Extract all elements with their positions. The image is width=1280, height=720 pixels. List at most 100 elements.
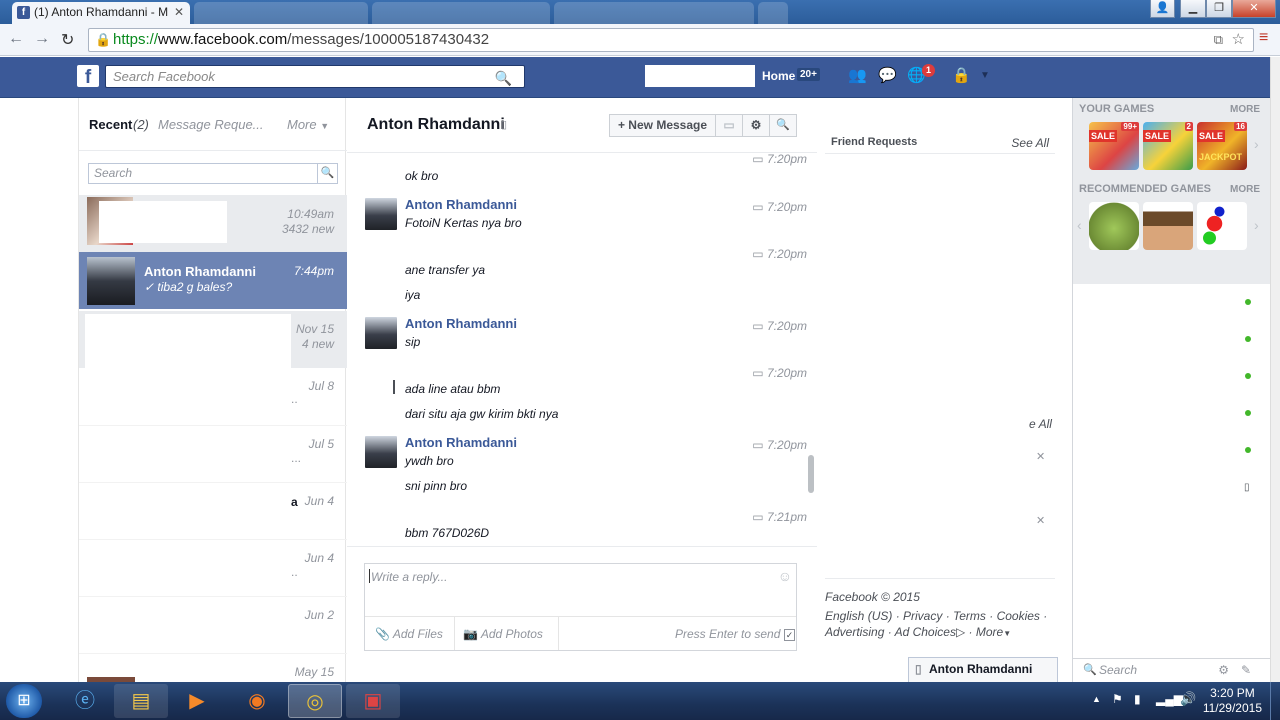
browser-tab[interactable] xyxy=(194,2,368,24)
thread-new-count: 3432 new xyxy=(281,222,334,236)
translate-icon[interactable]: ⧉ xyxy=(1214,29,1223,51)
battery-icon[interactable]: ▮ xyxy=(1134,692,1141,706)
minimize-button[interactable]: ▁ xyxy=(1180,0,1206,18)
video-call-icon[interactable]: ▭ xyxy=(715,114,743,137)
thread-item[interactable]: Jul 8 .. xyxy=(79,368,347,425)
close-window-button[interactable]: ✕ xyxy=(1232,0,1276,18)
home-link[interactable]: Home xyxy=(762,69,795,83)
thread-item[interactable]: a Jun 4 xyxy=(79,482,347,539)
thread-item[interactable]: Jul 5 ... xyxy=(79,425,347,482)
chevron-right-icon[interactable]: › xyxy=(1254,217,1259,233)
message-sender[interactable]: Anton Rhamdanni xyxy=(405,197,517,212)
footer-links[interactable]: English (US) · Privacy · Terms · Cookies… xyxy=(825,608,1055,624)
chevron-right-icon[interactable]: › xyxy=(1254,136,1259,152)
media-player-icon[interactable]: ▶ xyxy=(170,684,224,718)
compose-icon[interactable]: ✎ xyxy=(1241,659,1251,681)
game-thumbnail[interactable] xyxy=(1143,202,1193,250)
search-icon[interactable]: 🔍 xyxy=(495,68,512,89)
games-more-link[interactable]: MORE xyxy=(1230,104,1260,115)
thread-item[interactable]: Jun 4 .. xyxy=(79,539,347,596)
thread-item[interactable]: May 15 xyxy=(79,653,347,683)
game-thumbnail[interactable] xyxy=(1089,202,1139,250)
thread-snippet: ✓ tiba2 g bales? xyxy=(144,280,233,294)
start-button[interactable]: ⊞ xyxy=(6,684,42,718)
tab-message-requests[interactable]: Message Reque... xyxy=(158,117,264,132)
new-tab-button[interactable] xyxy=(758,2,788,24)
close-tab-icon[interactable]: ✕ xyxy=(174,2,184,22)
thread-item-selected[interactable]: Anton Rhamdanni ✓ tiba2 g bales? 7:44pm xyxy=(79,252,347,309)
search-icon[interactable]: 🔍 xyxy=(317,164,337,183)
checkbox-icon[interactable]: ✓ xyxy=(783,629,796,641)
show-desktop-button[interactable] xyxy=(1270,682,1280,720)
press-enter-toggle[interactable]: Press Enter to send ✓ xyxy=(675,627,796,641)
gear-icon[interactable]: ⚙ xyxy=(742,114,770,137)
avatar[interactable] xyxy=(365,198,397,230)
message-sender[interactable]: Anton Rhamdanni xyxy=(405,435,517,450)
thread-item[interactable]: Nov 15 4 new xyxy=(79,311,347,368)
system-clock[interactable]: 3:20 PM 11/29/2015 xyxy=(1203,686,1262,716)
profile-name-link[interactable] xyxy=(645,65,755,87)
chrome-menu-icon[interactable]: ≡ xyxy=(1259,29,1268,47)
browser-tab[interactable] xyxy=(554,2,754,24)
browser-tab[interactable] xyxy=(372,2,550,24)
chat-tab-name: Anton Rhamdanni xyxy=(929,662,1033,676)
gear-icon[interactable]: ⚙ xyxy=(1218,659,1229,681)
game-thumbnail[interactable] xyxy=(1197,202,1247,250)
tab-recent[interactable]: Recent xyxy=(89,117,132,132)
see-all-link-partial[interactable]: e All xyxy=(1029,417,1052,431)
bookmark-star-icon[interactable]: ☆ xyxy=(1232,29,1245,51)
thread-search-input[interactable]: Search 🔍 xyxy=(88,163,338,184)
chat-tab[interactable]: ▯ Anton Rhamdanni xyxy=(908,657,1058,682)
show-hidden-icons-icon[interactable]: ▲ xyxy=(1092,694,1101,704)
game-thumbnail[interactable]: SALE 16 JACKPOT xyxy=(1197,122,1247,170)
messages-icon[interactable]: 💬 xyxy=(878,68,898,84)
emoji-icon[interactable]: ☺ xyxy=(778,568,792,584)
chat-search-input[interactable]: 🔍 Search ⚙ ✎ xyxy=(1073,658,1271,682)
back-arrow-icon[interactable]: ← xyxy=(8,30,24,48)
thread-item[interactable]: 10:49am 3432 new xyxy=(79,195,347,252)
footer-more-link[interactable]: More xyxy=(976,625,1003,639)
message-sender[interactable]: Anton Rhamdanni xyxy=(405,316,517,331)
reply-textarea[interactable]: Write a reply... ☺ 📎 Add Files 📷 Add Pho… xyxy=(364,563,797,651)
new-message-button[interactable]: + New Message xyxy=(609,114,716,137)
file-explorer-icon[interactable]: ▤ xyxy=(114,684,168,718)
network-icon[interactable]: ▂▄▆ xyxy=(1156,692,1183,706)
user-profile-button[interactable]: 👤 xyxy=(1150,0,1175,18)
chevron-left-icon[interactable]: ‹ xyxy=(1077,217,1082,233)
friend-requests-icon[interactable]: 👥 xyxy=(848,68,868,84)
conversation-title[interactable]: Anton Rhamdanni xyxy=(367,116,505,134)
action-center-flag-icon[interactable]: ⚑ xyxy=(1112,692,1123,706)
facebook-search-input[interactable]: Search Facebook 🔍 xyxy=(105,65,525,88)
internet-explorer-icon[interactable]: ⓔ xyxy=(58,684,112,718)
message-scrollbar[interactable] xyxy=(808,455,814,493)
avatar[interactable] xyxy=(365,436,397,468)
more-dropdown[interactable]: More ▼ xyxy=(287,117,329,132)
footer-links[interactable]: Advertising · Ad Choices xyxy=(825,625,956,639)
volume-icon[interactable]: 🔊 xyxy=(1180,691,1196,707)
close-icon[interactable]: ✕ xyxy=(1036,450,1045,463)
friend-requests-title: Friend Requests xyxy=(831,136,918,148)
maximize-button[interactable]: ❐ xyxy=(1206,0,1232,18)
game-app-icon[interactable]: ▣ xyxy=(346,684,400,718)
firefox-icon[interactable]: ◉ xyxy=(230,684,284,718)
browser-tab-active[interactable]: f (1) Anton Rhamdanni - M ✕ xyxy=(12,2,190,24)
address-bar[interactable]: 🔒 https://www.facebook.com/messages/1000… xyxy=(88,28,1254,52)
account-menu-chevron-icon[interactable]: ▼ xyxy=(980,68,1000,84)
chrome-icon[interactable]: ◎ xyxy=(288,684,342,718)
online-status-dot xyxy=(1245,447,1251,453)
forward-arrow-icon[interactable]: → xyxy=(34,30,50,48)
reload-icon[interactable]: ↻ xyxy=(61,30,74,50)
thread-item[interactable]: Jun 2 xyxy=(79,596,347,653)
recommended-more-link[interactable]: MORE xyxy=(1230,184,1260,195)
facebook-logo-icon[interactable]: f xyxy=(77,65,99,88)
add-photos-button[interactable]: 📷 Add Photos xyxy=(463,627,543,641)
page-scrollbar[interactable] xyxy=(1270,57,1280,682)
close-icon[interactable]: ✕ xyxy=(1036,514,1045,527)
add-files-button[interactable]: 📎 Add Files xyxy=(375,627,443,641)
search-conversation-icon[interactable]: 🔍 xyxy=(769,114,797,137)
see-all-link[interactable]: See All xyxy=(1011,136,1049,150)
privacy-shortcuts-icon[interactable]: 🔒 xyxy=(952,68,972,84)
game-thumbnail[interactable]: SALE 99+ xyxy=(1089,122,1139,170)
avatar[interactable] xyxy=(365,317,397,349)
game-thumbnail[interactable]: SALE 2 xyxy=(1143,122,1193,170)
